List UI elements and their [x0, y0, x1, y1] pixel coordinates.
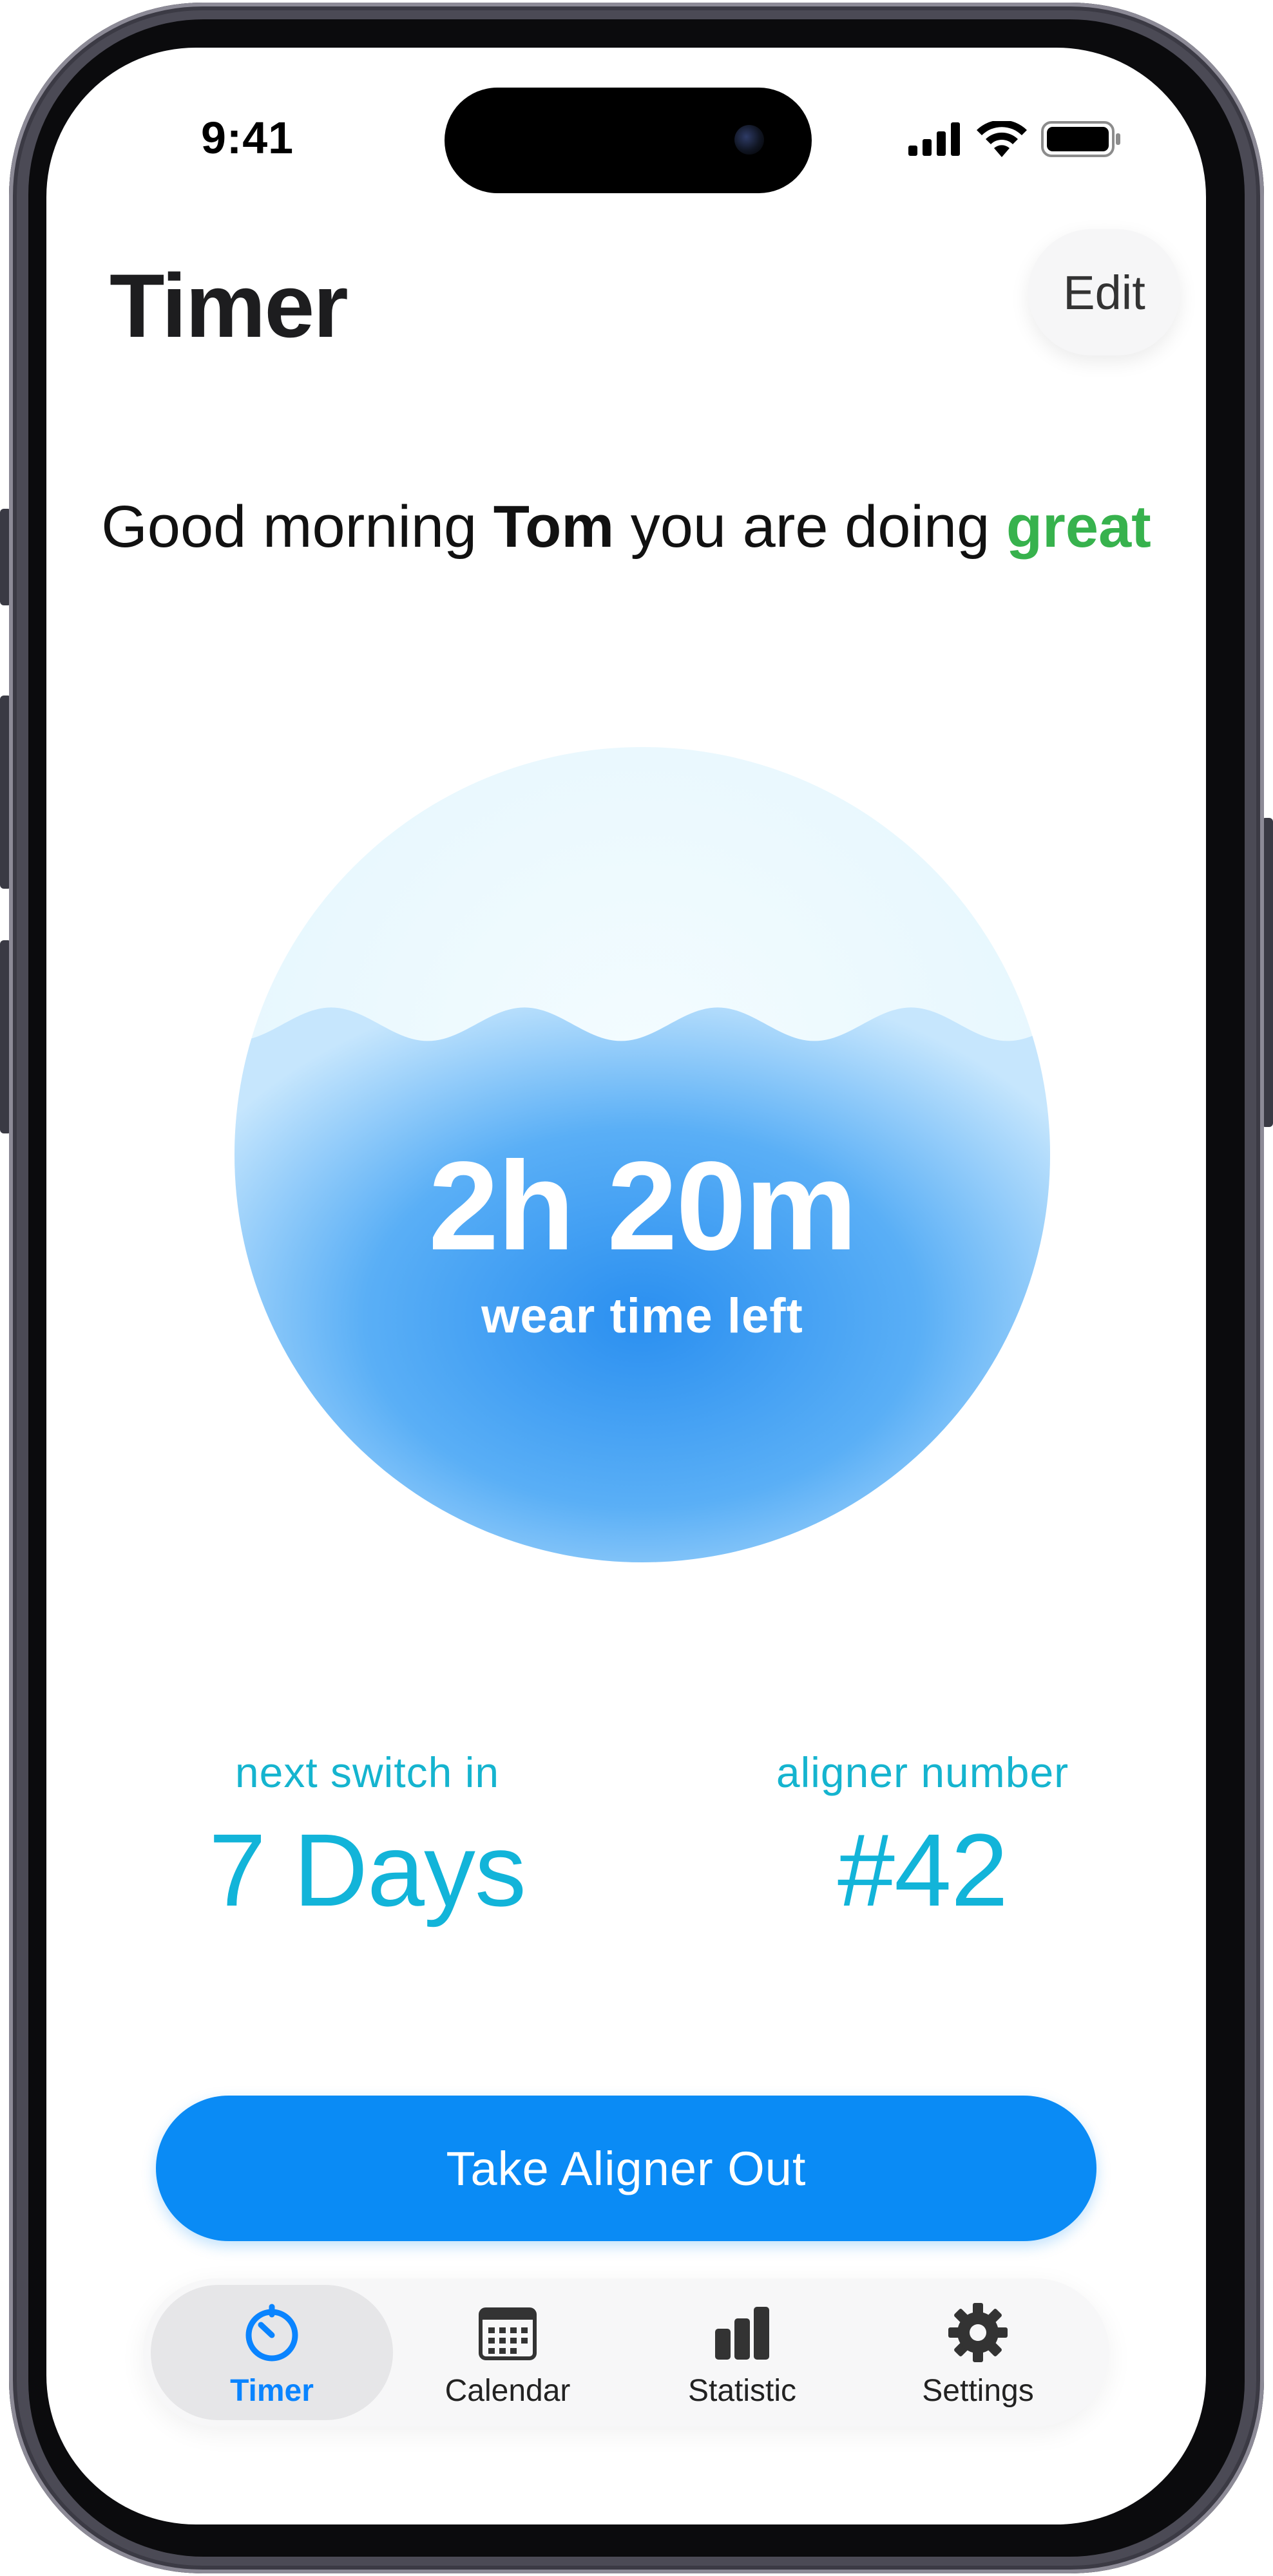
page-title: Timer	[110, 255, 349, 356]
next-switch-label: next switch in	[235, 1748, 500, 1796]
wear-time-caption: wear time left	[481, 1289, 803, 1343]
tab-statistic[interactable]: Statistic	[621, 2285, 863, 2420]
camera-icon	[734, 125, 764, 155]
tab-label: Timer	[230, 2373, 314, 2408]
aligner-number-label: aligner number	[776, 1748, 1069, 1796]
greeting-status-word: great	[1006, 494, 1151, 560]
tab-bar: Timer Calendar Statistic Settings	[143, 2278, 1109, 2427]
phone-screen: 9:41 Timer Edit Good morning Tom you are…	[46, 48, 1206, 2524]
tab-label: Settings	[922, 2373, 1034, 2408]
next-switch-stat: next switch in 7 Days	[142, 1748, 593, 1929]
tab-calendar[interactable]: Calendar	[387, 2285, 629, 2420]
greeting-prefix: Good morning	[101, 494, 493, 560]
gear-icon	[943, 2297, 1013, 2368]
bar-chart-icon	[707, 2297, 778, 2368]
dynamic-island	[445, 88, 812, 193]
aligner-number-stat: aligner number #42	[729, 1748, 1116, 1929]
tab-settings[interactable]: Settings	[857, 2285, 1099, 2420]
tab-timer[interactable]: Timer	[151, 2285, 393, 2420]
timer-icon	[236, 2297, 307, 2368]
status-icons	[908, 120, 1121, 158]
wear-time-bubble: 2h 20m wear time left	[235, 747, 1050, 1562]
battery-icon	[1041, 121, 1120, 157]
wear-time-value: 2h 20m	[428, 1135, 857, 1276]
greeting-text: Good morning Tom you are doing great	[46, 486, 1206, 568]
greeting-name: Tom	[493, 494, 615, 560]
calendar-icon	[472, 2297, 543, 2368]
signal-icon	[908, 122, 960, 156]
edit-button[interactable]: Edit	[1028, 229, 1180, 355]
tab-label: Statistic	[687, 2373, 797, 2408]
take-aligner-out-button[interactable]: Take Aligner Out	[156, 2096, 1096, 2241]
next-switch-value: 7 Days	[209, 1812, 526, 1927]
wifi-icon	[977, 121, 1027, 157]
greeting-middle: you are doing	[614, 494, 1006, 560]
aligner-number-value: #42	[838, 1812, 1008, 1927]
status-time: 9:41	[201, 113, 294, 163]
tab-label: Calendar	[445, 2373, 571, 2408]
